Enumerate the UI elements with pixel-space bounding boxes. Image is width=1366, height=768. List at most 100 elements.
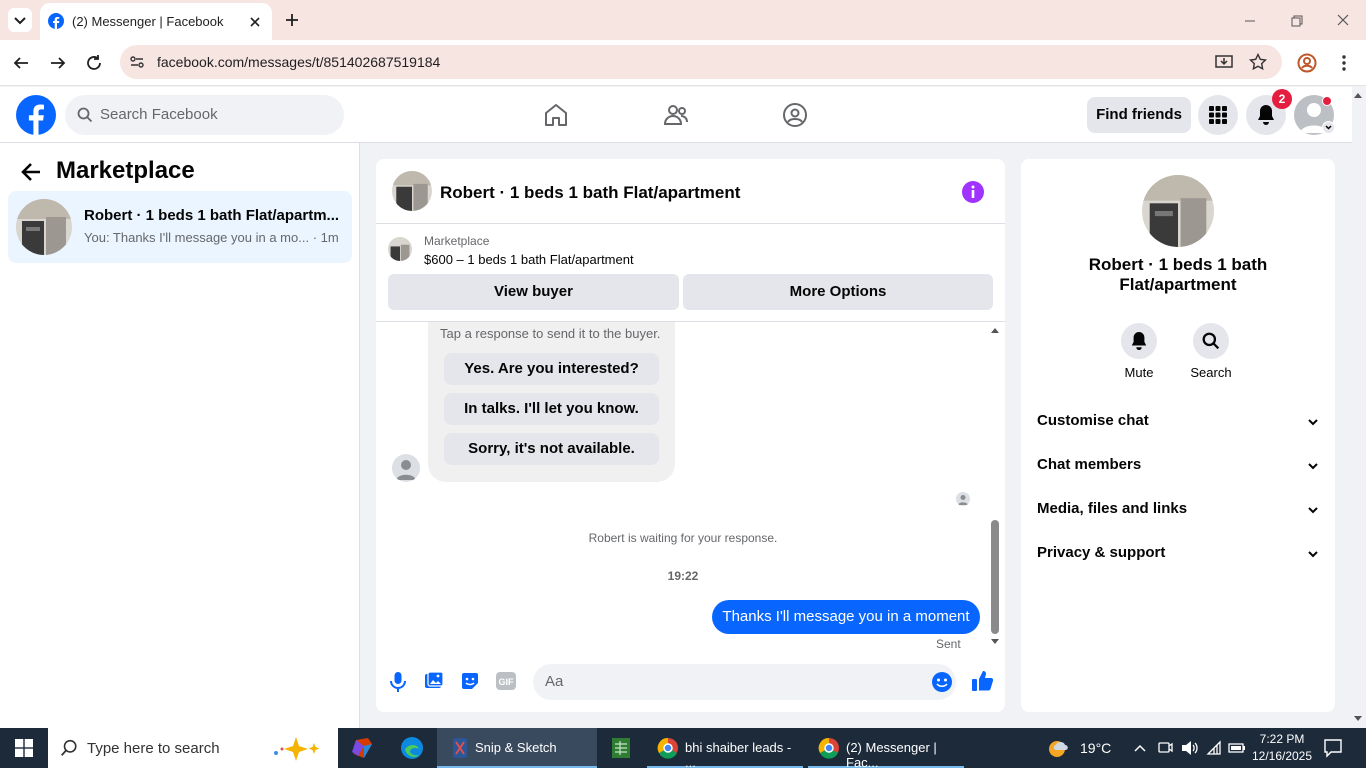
- quick-reply-button[interactable]: In talks. I'll let you know.: [444, 393, 659, 425]
- chat-members-section[interactable]: Chat members: [1037, 456, 1321, 480]
- chat-avatar[interactable]: [392, 171, 432, 211]
- bookmark-star-icon[interactable]: [1249, 53, 1267, 71]
- customise-chat-section[interactable]: Customise chat: [1037, 412, 1321, 436]
- conversation-title: Robert · 1 beds 1 bath Flat/apartm...: [84, 207, 340, 224]
- forward-icon[interactable]: [49, 54, 67, 72]
- chevron-down-icon: [1308, 551, 1318, 558]
- info-icon[interactable]: [962, 181, 984, 203]
- chat-scroll-up-icon[interactable]: [990, 326, 1000, 334]
- close-window-icon[interactable]: [1336, 13, 1350, 27]
- taskbar-app-snip[interactable]: Snip & Sketch: [437, 728, 597, 768]
- battery-icon[interactable]: [1228, 740, 1246, 756]
- listing-mini-thumbnail: [388, 237, 412, 261]
- mute-button[interactable]: [1121, 323, 1157, 359]
- divider: [376, 223, 1005, 224]
- chevron-down-icon: [1308, 507, 1318, 514]
- photo-icon[interactable]: [424, 671, 444, 691]
- microphone-icon[interactable]: [388, 671, 408, 693]
- taskbar-app-label: Snip & Sketch: [475, 740, 557, 755]
- taskbar-app-label: bhi shaiber leads - ...: [685, 740, 792, 768]
- taskbar-app-chrome-messenger[interactable]: (2) Messenger | Fac...: [808, 728, 964, 768]
- message-input[interactable]: Aa: [533, 664, 956, 700]
- facebook-search-input[interactable]: Search Facebook: [65, 95, 344, 135]
- like-thumb-icon[interactable]: [971, 669, 995, 693]
- quick-reply-hint: Tap a response to send it to the buyer.: [440, 326, 661, 341]
- sent-status: Sent: [936, 637, 961, 651]
- quick-reply-button[interactable]: Sorry, it's not available.: [444, 433, 659, 465]
- office-app-icon[interactable]: [350, 736, 374, 760]
- clock[interactable]: 7:22 PM 12/16/2025: [1250, 731, 1314, 765]
- reload-icon[interactable]: [85, 54, 103, 72]
- wifi-icon[interactable]: [1206, 740, 1222, 756]
- chat-scrollbar-thumb[interactable]: [991, 520, 999, 634]
- spreadsheet-app-icon[interactable]: [610, 736, 632, 760]
- back-icon[interactable]: [12, 54, 30, 72]
- chevron-down-icon: [1308, 419, 1318, 426]
- chat-title[interactable]: Robert · 1 beds 1 bath Flat/apartment: [440, 183, 740, 203]
- facebook-logo-icon[interactable]: [16, 95, 56, 135]
- privacy-support-section[interactable]: Privacy & support: [1037, 544, 1321, 568]
- back-arrow-icon[interactable]: [20, 161, 42, 183]
- friends-icon[interactable]: [663, 102, 689, 128]
- chrome-icon: [818, 737, 839, 759]
- groups-icon[interactable]: [782, 102, 808, 128]
- chevron-up-icon[interactable]: [1133, 741, 1147, 755]
- conversation-preview: You: Thanks I'll message you in a mo... …: [84, 230, 339, 245]
- search-icon: [61, 739, 77, 756]
- close-tab-icon[interactable]: [248, 15, 262, 29]
- browser-tab[interactable]: (2) Messenger | Facebook: [40, 3, 272, 40]
- details-avatar: [1142, 175, 1214, 247]
- waiting-notice: Robert is waiting for your response.: [588, 531, 778, 545]
- clock-date: 12/16/2025: [1251, 749, 1313, 763]
- weather-icon[interactable]: [1046, 735, 1072, 761]
- install-app-icon[interactable]: [1215, 53, 1233, 71]
- address-bar[interactable]: facebook.com/messages/t/851402687519184: [120, 45, 1282, 79]
- view-buyer-button[interactable]: View buyer: [388, 274, 679, 310]
- windows-start-icon[interactable]: [15, 739, 33, 757]
- account-dropdown[interactable]: [1322, 121, 1335, 134]
- page-scroll-down-icon[interactable]: [1353, 715, 1363, 723]
- gif-icon[interactable]: GIF: [496, 672, 516, 690]
- taskbar-search-placeholder: Type here to search: [87, 740, 220, 757]
- site-settings-icon[interactable]: [129, 54, 145, 70]
- default-avatar-icon: [958, 495, 968, 505]
- bell-icon: [1131, 332, 1147, 350]
- home-icon[interactable]: [543, 102, 569, 128]
- edge-browser-icon[interactable]: [400, 736, 424, 760]
- restore-icon[interactable]: [1290, 14, 1304, 28]
- chat-window: Robert · 1 beds 1 bath Flat/apartment Ma…: [376, 159, 1005, 712]
- default-avatar-icon: [396, 460, 416, 480]
- minimize-icon[interactable]: [1243, 14, 1257, 28]
- page-scroll-up-icon[interactable]: [1353, 91, 1363, 99]
- notification-center-icon[interactable]: [1323, 738, 1343, 758]
- menu-button[interactable]: [1198, 95, 1238, 135]
- section-label: Privacy & support: [1037, 544, 1166, 561]
- details-name: Robert · 1 beds 1 bath Flat/apartment: [1088, 255, 1268, 294]
- marketplace-label: Marketplace: [424, 234, 490, 248]
- search-chat-button[interactable]: [1193, 323, 1229, 359]
- conversation-item[interactable]: Robert · 1 beds 1 bath Flat/apartm... Yo…: [8, 191, 352, 263]
- media-files-links-section[interactable]: Media, files and links: [1037, 500, 1321, 524]
- volume-icon[interactable]: [1181, 740, 1199, 756]
- sticker-icon[interactable]: [460, 671, 480, 691]
- bell-icon: [1258, 105, 1274, 125]
- facebook-header: Search Facebook Find friends 2: [0, 87, 1352, 143]
- tab-search-button[interactable]: [8, 8, 32, 32]
- listing-text[interactable]: $600 – 1 beds 1 bath Flat/apartment: [424, 252, 634, 267]
- more-options-button[interactable]: More Options: [683, 274, 993, 310]
- new-tab-icon[interactable]: [283, 11, 301, 29]
- taskbar-search-input[interactable]: Type here to search: [48, 728, 338, 768]
- quick-reply-button[interactable]: Yes. Are you interested?: [444, 353, 659, 385]
- read-receipt-avatar: [956, 492, 970, 506]
- clock-time: 7:22 PM: [1259, 732, 1305, 746]
- weather-temp[interactable]: 19°C: [1080, 740, 1111, 758]
- chat-scroll-down-icon[interactable]: [990, 638, 1000, 646]
- profile-icon[interactable]: [1297, 53, 1317, 73]
- find-friends-button[interactable]: Find friends: [1087, 97, 1191, 133]
- taskbar-app-chrome-leads[interactable]: bhi shaiber leads - ...: [647, 728, 803, 768]
- menu-kebab-icon[interactable]: [1336, 53, 1352, 73]
- emoji-icon[interactable]: [931, 671, 953, 693]
- meet-now-icon[interactable]: [1157, 740, 1173, 756]
- sent-message-bubble[interactable]: Thanks I'll message you in a moment: [712, 600, 980, 634]
- copilot-sparkle-icon[interactable]: [266, 735, 326, 761]
